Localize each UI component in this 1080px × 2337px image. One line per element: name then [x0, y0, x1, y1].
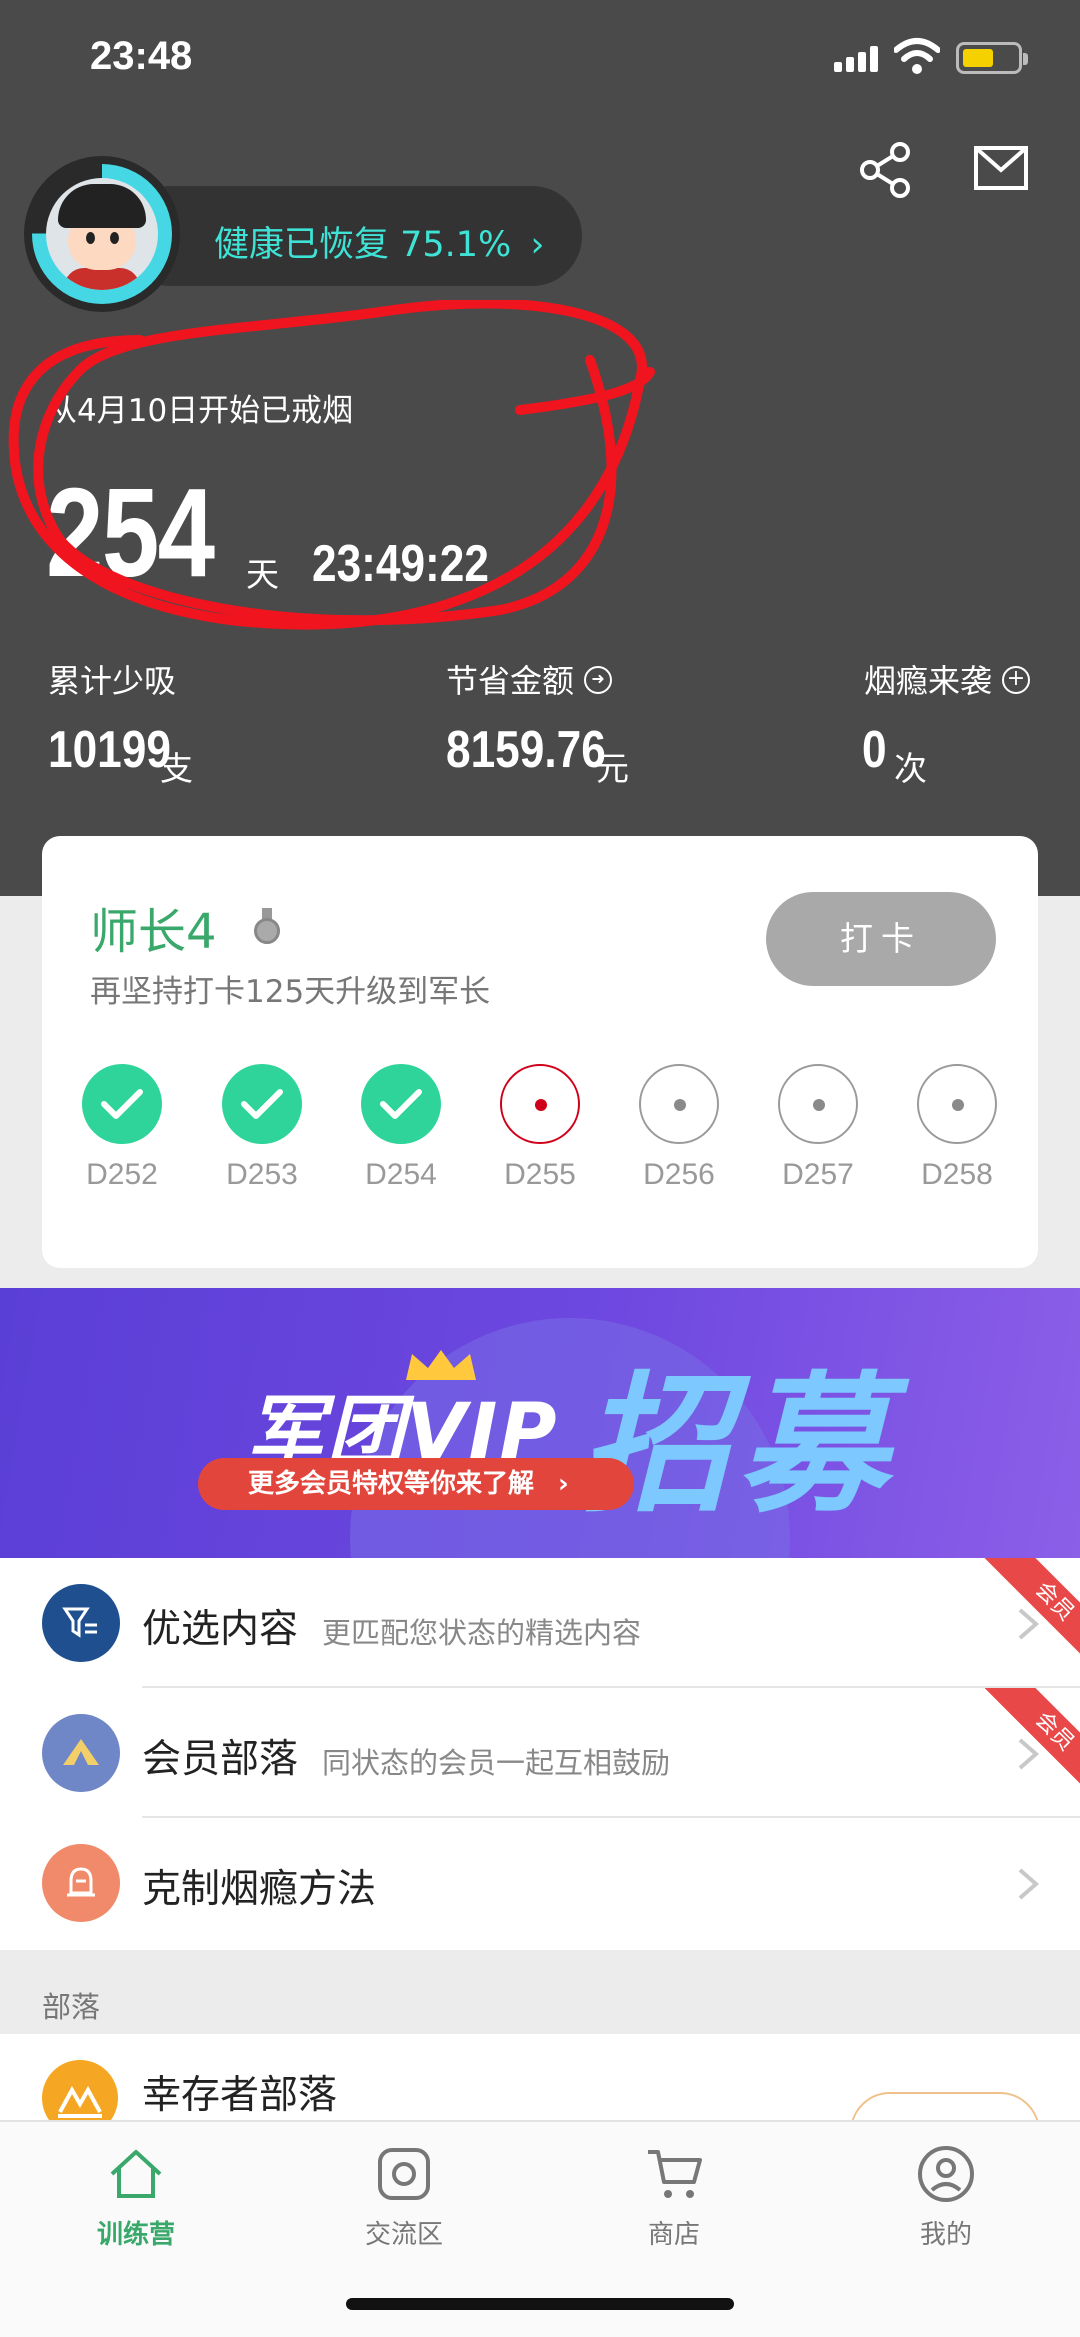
- checkin-button[interactable]: 打卡: [766, 892, 996, 986]
- day-item: D258: [917, 1064, 997, 1192]
- tab-label: 训练营: [96, 2220, 175, 2250]
- list-item-desc: 同状态的会员一起互相鼓励: [322, 1746, 671, 1780]
- list-item[interactable]: 会员部落 同状态的会员一起互相鼓励 会员: [0, 1688, 1080, 1818]
- chevron-right-icon: [1018, 1868, 1040, 1900]
- day-item: D254: [361, 1064, 441, 1192]
- tab-shop[interactable]: 商店: [594, 2144, 754, 2251]
- quit-start-label: 从4月10日开始已戒烟: [46, 393, 354, 429]
- avatar[interactable]: [24, 156, 180, 312]
- rank-title: 师长4: [90, 904, 217, 960]
- tab-mine[interactable]: 我的: [866, 2144, 1026, 2251]
- stat-unit-cravings: 次: [894, 749, 927, 788]
- cellular-signal-icon: [834, 44, 878, 72]
- chevron-right-icon: ›: [530, 225, 545, 265]
- list-item-desc: 更匹配您状态的精选内容: [322, 1616, 642, 1650]
- member-badge: 会员: [970, 1688, 1080, 1798]
- day-label: D253: [226, 1158, 298, 1191]
- pending-dot-icon: [917, 1064, 997, 1144]
- stat-label-money[interactable]: 节省金额 ➜: [446, 656, 613, 702]
- tent-icon: [42, 1714, 120, 1792]
- home-icon: [110, 2150, 162, 2198]
- section-title: 部落: [42, 1990, 101, 2024]
- day-item: D252: [82, 1064, 162, 1192]
- tribe-title: 幸存者部落: [142, 2073, 338, 2118]
- list-item[interactable]: 克制烟瘾方法: [0, 1818, 1080, 1948]
- member-badge: 会员: [970, 1558, 1080, 1668]
- tab-community[interactable]: 交流区: [324, 2144, 484, 2251]
- day-label: D255: [504, 1158, 576, 1191]
- medal-icon: [254, 908, 280, 944]
- share-icon[interactable]: [858, 142, 914, 198]
- tab-label: 我的: [919, 2220, 972, 2250]
- arrow-circle-icon[interactable]: ➜: [584, 666, 613, 694]
- filter-list-icon: [42, 1584, 120, 1662]
- day-label: D256: [643, 1158, 715, 1191]
- day-item: D256: [639, 1064, 719, 1192]
- day-item: D255: [500, 1064, 580, 1192]
- plus-circle-icon[interactable]: +: [1002, 666, 1031, 694]
- quit-timer: 23:49:22: [312, 535, 489, 593]
- day-label: D257: [782, 1158, 854, 1191]
- feature-list: 优选内容 更匹配您状态的精选内容 会员 会员部落 同状态的会员一起互相鼓励 会员…: [0, 1558, 1080, 1950]
- home-indicator[interactable]: [346, 2298, 734, 2310]
- user-icon: [918, 2146, 974, 2202]
- avatar-face-icon: [46, 178, 158, 290]
- rank-card: 师长4 再坚持打卡125天升级到军长 打卡 D252 D253 D254 D25…: [42, 836, 1038, 1268]
- day-item: D253: [222, 1064, 302, 1192]
- rank-subtitle: 再坚持打卡125天升级到军长: [90, 974, 491, 1010]
- list-item-title: 克制烟瘾方法: [142, 1867, 377, 1912]
- pending-dot-icon: [778, 1064, 858, 1144]
- tab-label: 交流区: [364, 2220, 443, 2250]
- check-icon: [361, 1064, 441, 1144]
- pending-dot-icon: [639, 1064, 719, 1144]
- check-icon: [222, 1064, 302, 1144]
- status-time: 23:48: [90, 34, 193, 78]
- chevron-right-icon: ›: [558, 1469, 569, 1499]
- health-recovery-text: 健康已恢复 75.1%: [214, 225, 512, 265]
- status-bar: 23:48: [0, 0, 1080, 120]
- quit-days-count: 254: [46, 462, 215, 603]
- list-item-title: 会员部落: [142, 1737, 299, 1782]
- battery-icon: [956, 42, 1028, 74]
- stat-value-money: 8159.76: [446, 721, 606, 779]
- today-dot-icon: [500, 1064, 580, 1144]
- wifi-icon: [894, 38, 940, 74]
- stat-label-cigarettes: 累计少吸: [48, 662, 177, 700]
- list-item[interactable]: 优选内容 更匹配您状态的精选内容 会员: [0, 1558, 1080, 1688]
- chat-icon: [378, 2148, 430, 2200]
- day-label: D252: [86, 1158, 158, 1191]
- day-label: D258: [921, 1158, 993, 1191]
- day-label: D254: [365, 1158, 437, 1191]
- banner-pill-label: 更多会员特权等你来了解: [248, 1469, 535, 1499]
- day-item: D257: [778, 1064, 858, 1192]
- banner-big-text: 招募: [580, 1359, 897, 1533]
- stat-label-cravings[interactable]: 烟瘾来袭 +: [864, 656, 1031, 702]
- stat-unit-cigarettes: 支: [160, 749, 193, 788]
- tab-training-camp[interactable]: 训练营: [56, 2144, 216, 2251]
- stat-value-cravings: 0: [862, 721, 887, 779]
- stat-unit-money: 元: [596, 749, 629, 788]
- cart-icon: [648, 2150, 702, 2198]
- vip-recruit-banner[interactable]: 招募 军团VIP 更多会员特权等你来了解 ›: [0, 1288, 1080, 1558]
- stat-value-cigarettes: 10199: [48, 721, 171, 779]
- quit-days-unit: 天: [246, 555, 279, 594]
- check-icon: [82, 1064, 162, 1144]
- health-recovery-link[interactable]: 健康已恢复 75.1% ›: [214, 216, 544, 267]
- tab-label: 商店: [647, 2220, 700, 2250]
- list-item-title: 优选内容: [142, 1607, 299, 1652]
- banner-pill-text[interactable]: 更多会员特权等你来了解 ›: [198, 1458, 634, 1510]
- bell-icon: [42, 1844, 120, 1922]
- mail-icon[interactable]: [974, 146, 1028, 190]
